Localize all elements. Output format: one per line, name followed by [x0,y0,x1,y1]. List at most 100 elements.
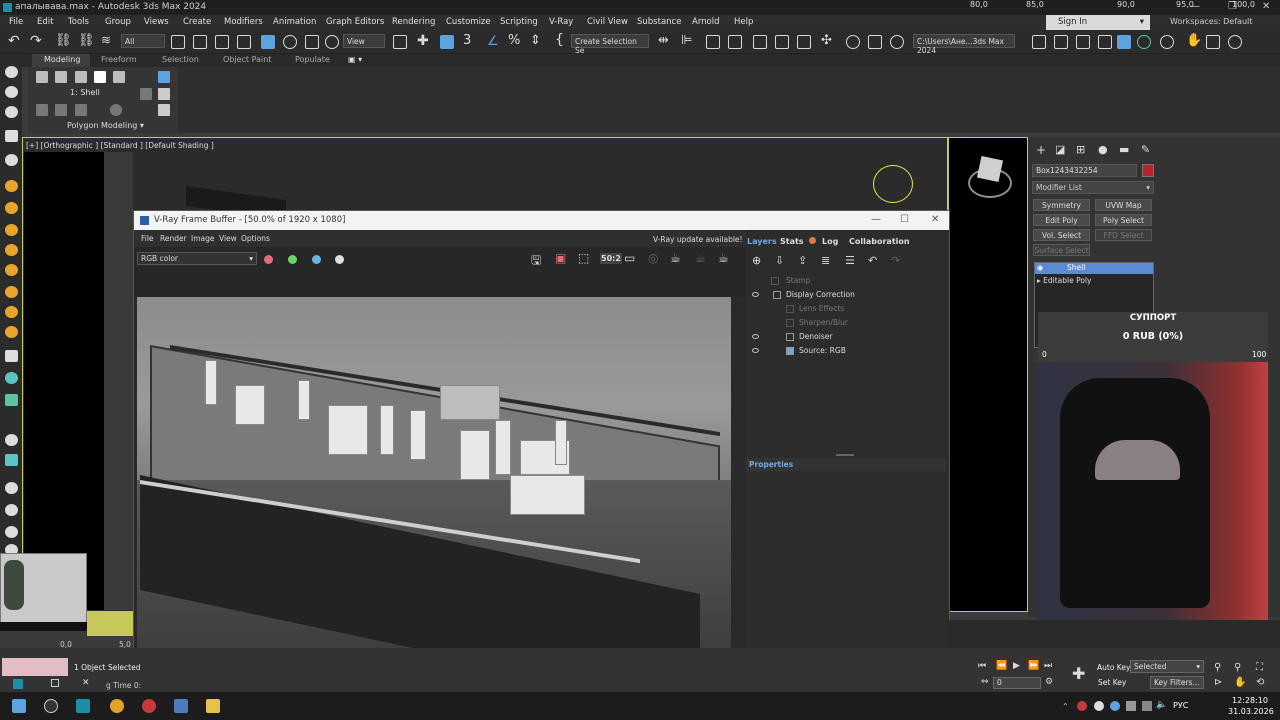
select-object-icon[interactable] [171,35,185,49]
key-mode-icon[interactable]: ⇔ [981,677,989,687]
tab-modeling[interactable]: Modeling [32,54,90,67]
named-selection-dropdown[interactable]: Create Selection Se [571,34,649,55]
ribbon-options-icon[interactable]: ▣ ▾ [348,55,362,64]
layer-load-icon[interactable]: ⇪ [798,254,807,267]
vfb-menu-render[interactable]: Render [160,234,187,243]
render-camera-icon[interactable] [5,154,18,166]
ribbon-polygon-modeling[interactable]: Polygon Modeling ▾ [67,121,144,130]
link-icon[interactable]: ⛓ [55,33,72,48]
rendered-frame-icon[interactable] [868,35,882,49]
maxscript-listener[interactable] [2,658,68,676]
language-indicator[interactable]: РУС [1173,701,1188,710]
tray-app-icon[interactable] [1077,701,1087,711]
tab-freeform[interactable]: Freeform [101,55,137,64]
ribbon-tool-c-icon[interactable] [75,104,87,116]
element-mode-icon[interactable] [113,71,125,83]
viewcube-box[interactable] [976,155,1004,183]
vfb-minimize-icon[interactable]: — [871,214,881,225]
layer-row-display-correction[interactable]: Display Correction [750,290,945,303]
clock-date[interactable]: 31.03.2026 [1228,707,1274,716]
edge-mode-icon[interactable] [55,71,67,83]
project-path-dropdown[interactable]: C:\Users\Ане...3ds Max 2024 [913,34,1015,55]
menu-substance[interactable]: Substance [637,17,681,27]
undo-icon[interactable]: ↶ [8,33,20,49]
3dsmax-taskbar-icon[interactable] [76,699,90,713]
scale-icon[interactable] [305,35,319,49]
modify-tab-icon[interactable]: ◪ [1055,143,1065,156]
sign-in-button[interactable]: Sign In ▾ [1046,15,1150,30]
render-setup-icon[interactable] [846,35,860,49]
go-start-icon[interactable]: ⏮ [978,661,986,671]
polygon-mode-icon[interactable] [94,71,106,83]
set-key-icon[interactable]: ✚ [1072,664,1085,683]
menu-modifiers[interactable]: Modifiers [224,17,263,27]
hierarchy-tab-icon[interactable]: ⊞ [1076,143,1085,156]
eye-icon[interactable] [752,334,759,339]
start-icon[interactable] [12,699,26,713]
menu-civil-view[interactable]: Civil View [587,17,628,27]
layer-row-stamp[interactable]: Stamp [750,276,945,289]
tray-sync-icon[interactable] [1110,701,1120,711]
network-icon[interactable] [1142,701,1152,711]
layer-row-source-rgb[interactable]: Source: RGB [750,346,945,359]
layer-row-sharpen-blur[interactable]: Sharpen/Blur [750,318,945,331]
channel-dropdown[interactable]: RGB color ▾ [137,252,257,265]
create-tab-icon[interactable]: + [1036,143,1046,157]
vfb-menu-options[interactable]: Options [241,234,270,243]
transform-gizmo-icon[interactable]: ✚ [417,33,429,49]
edit-poly-button[interactable]: Edit Poly [1033,214,1090,226]
menu-rendering[interactable]: Rendering [392,17,435,27]
pan-icon[interactable]: ✋ [1234,677,1246,688]
stack-item-shell[interactable]: Shell [1035,263,1153,274]
menu-tools[interactable]: Tools [68,17,89,27]
layer-redo-icon[interactable]: ↷ [891,254,900,267]
tool-dome-icon[interactable] [5,202,18,214]
uvw-map-button[interactable]: UVW Map [1095,199,1152,211]
blue-channel-icon[interactable] [312,255,321,264]
timeline-ruler[interactable] [948,620,1280,648]
surface-select-button[interactable]: Surface Select [1033,244,1090,256]
camera-icon[interactable] [5,106,18,118]
window-crossing-icon[interactable] [237,35,251,49]
volume-icon[interactable]: 🔈 [1156,700,1167,710]
menu-views[interactable]: Views [144,17,169,27]
spinner-snap-icon[interactable]: ⇕ [530,33,541,48]
explorer-window-icon[interactable] [174,699,188,713]
tray-overflow-icon[interactable]: ⌃ [1062,702,1069,711]
vray-ipr-icon[interactable] [1098,35,1112,49]
layer-row-lens-effects[interactable]: Lens Effects [750,304,945,317]
ref-coord-dropdown[interactable]: View [343,34,385,48]
tool-ball-icon[interactable] [5,482,18,494]
tab-selection[interactable]: Selection [162,55,199,64]
info-icon[interactable] [1228,35,1242,49]
tool-sphere-icon[interactable] [5,224,18,236]
selection-filter-dropdown[interactable]: All [121,34,165,48]
key-selection-dropdown[interactable]: Selected ▾ [1130,660,1204,673]
zoom-icon[interactable]: ⚲ [1214,662,1221,673]
vray-toolbar-icon[interactable] [1117,35,1131,49]
vol-select-button[interactable]: Vol. Select [1033,229,1090,241]
viewport-secondary[interactable] [948,137,1028,612]
vray-frame-buffer-icon[interactable] [1054,35,1068,49]
tool-lamp-icon[interactable] [5,180,18,192]
move-icon[interactable] [261,35,275,49]
tool-sun-icon[interactable] [5,326,18,338]
toolbar-menu-icon[interactable] [1206,35,1220,49]
keyboard-shortcut-icon[interactable] [440,35,454,49]
fov-icon[interactable]: ⊳ [1214,677,1222,688]
alpha-channel-icon[interactable] [335,255,344,264]
menu-file[interactable]: File [9,17,23,27]
help-icon[interactable] [1160,35,1174,49]
tool-light-icon[interactable] [5,286,18,298]
ribbon-tool-d-icon[interactable] [110,104,122,116]
create-shape-icon[interactable] [5,66,18,78]
redo-icon[interactable]: ↷ [30,33,42,49]
isolate-icon[interactable] [13,679,23,689]
timeline-slider-area[interactable] [87,612,133,636]
time-config-icon[interactable]: ⚙ [1045,677,1053,687]
green-channel-icon[interactable] [288,255,297,264]
current-frame-field[interactable]: 0 [993,677,1041,689]
tool-pane-icon[interactable] [5,454,18,466]
scene-explorer-icon[interactable] [706,35,720,49]
tool-gear-icon[interactable] [5,526,18,538]
